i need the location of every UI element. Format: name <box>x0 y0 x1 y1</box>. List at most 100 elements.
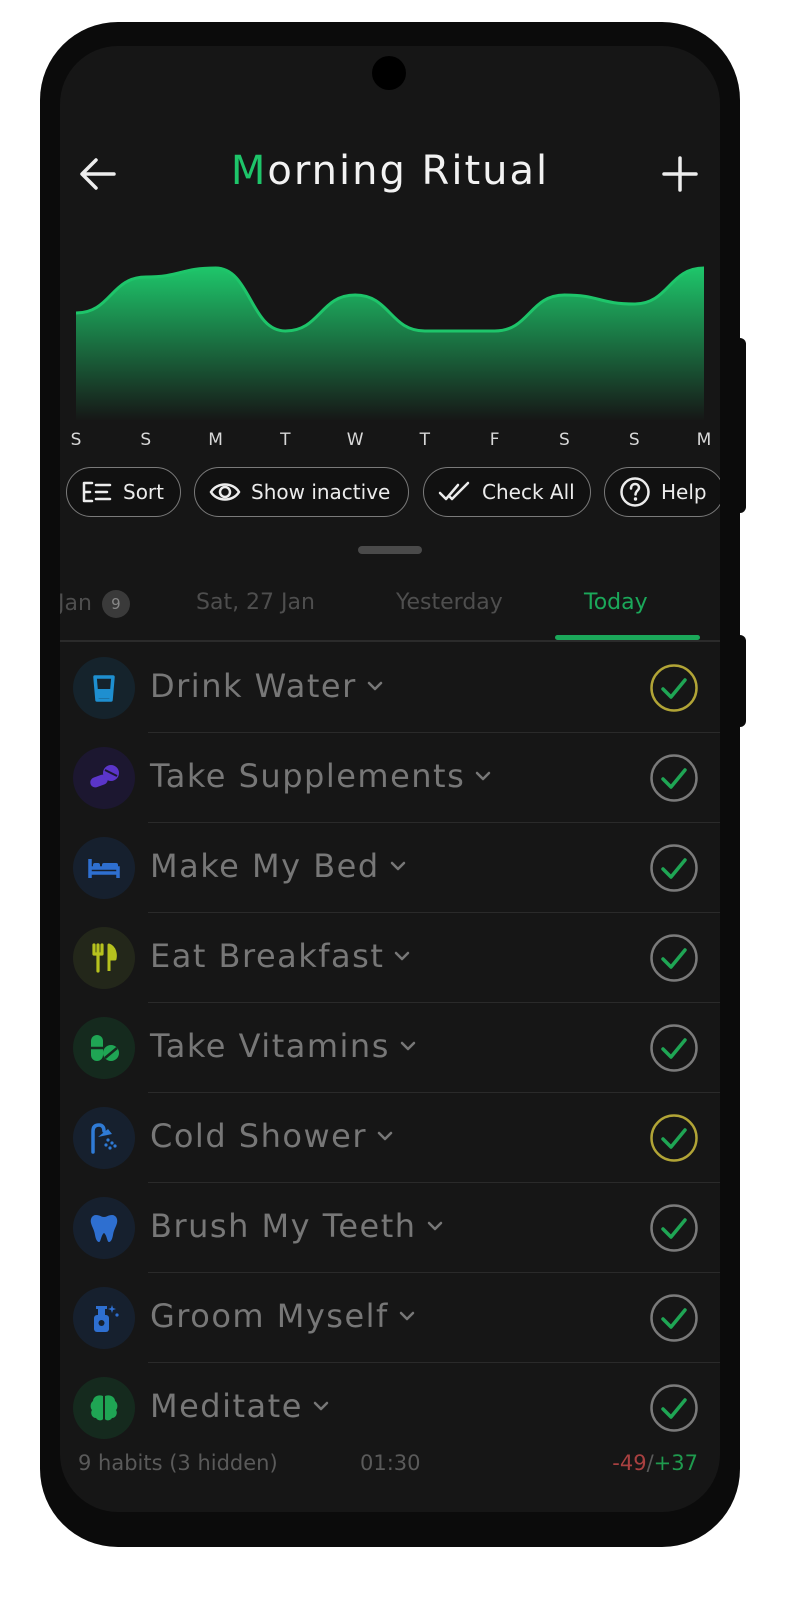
score-separator: / <box>646 1451 654 1475</box>
chart-area <box>76 268 704 421</box>
habit-icon-badge <box>73 1377 135 1439</box>
chart-x-tick-label: T <box>419 430 431 450</box>
habit-row[interactable]: Take Supplements <box>60 733 720 823</box>
habit-name-label: Take Vitamins <box>150 1027 390 1065</box>
active-tab-indicator <box>555 635 700 640</box>
chevron-down-icon[interactable] <box>475 770 491 782</box>
plus-icon <box>662 156 698 192</box>
habit-icon-badge <box>73 1017 135 1079</box>
chevron-down-icon[interactable] <box>427 1220 443 1232</box>
negative-score: -49 <box>612 1451 647 1475</box>
chevron-down-icon[interactable] <box>394 950 410 962</box>
sort-button[interactable]: Sort <box>66 467 181 517</box>
habit-name-label: Drink Water <box>150 667 357 705</box>
habit-name[interactable]: Meditate <box>150 1387 329 1425</box>
habit-name[interactable]: Cold Shower <box>150 1117 393 1155</box>
habit-icon-badge <box>73 1107 135 1169</box>
app-screen: Morning Ritual SSMTWTFSSM Sort Show inac… <box>60 46 720 1512</box>
habit-count: 9 habits (3 hidden) <box>78 1451 278 1475</box>
score-summary: -49/+37 <box>612 1451 698 1475</box>
check-circle-icon[interactable] <box>649 933 699 983</box>
habit-row[interactable]: Drink Water <box>60 643 720 733</box>
positive-score: +37 <box>653 1451 698 1475</box>
chart-x-tick-label: T <box>280 430 291 450</box>
pills-icon <box>90 765 119 788</box>
habit-name[interactable]: Groom Myself <box>150 1297 415 1335</box>
habit-row[interactable]: Brush My Teeth <box>60 1183 720 1273</box>
double-check-icon <box>438 481 470 501</box>
habit-name[interactable]: Brush My Teeth <box>150 1207 443 1245</box>
eye-icon <box>209 483 241 501</box>
check-circle-icon[interactable] <box>649 1203 699 1253</box>
capsule-icon <box>91 1035 119 1061</box>
utensils-icon <box>92 943 117 973</box>
tooth-icon <box>90 1215 118 1242</box>
habit-row[interactable]: Make My Bed <box>60 823 720 913</box>
chart-x-tick-label: S <box>140 430 152 450</box>
chevron-down-icon[interactable] <box>367 680 383 692</box>
check-circle-icon[interactable] <box>649 1383 699 1433</box>
tab-sat-27-jan[interactable]: Sat, 27 Jan <box>196 590 315 615</box>
chevron-down-icon[interactable] <box>390 860 406 872</box>
habit-row[interactable]: Take Vitamins <box>60 1003 720 1093</box>
help-button[interactable]: Help <box>604 467 720 517</box>
habit-icon-badge <box>73 927 135 989</box>
check-all-button[interactable]: Check All <box>423 467 591 517</box>
habit-name[interactable]: Eat Breakfast <box>150 937 410 975</box>
habit-name-label: Brush My Teeth <box>150 1207 417 1245</box>
volume-button <box>738 338 746 513</box>
habit-icon-badge <box>73 1197 135 1259</box>
progress-chart <box>76 266 704 421</box>
check-circle-icon[interactable] <box>649 663 699 713</box>
camera-cutout <box>372 56 406 90</box>
check-circle-icon[interactable] <box>649 1293 699 1343</box>
habit-icon-badge <box>73 657 135 719</box>
title-accent-letter: M <box>230 148 268 194</box>
habit-row[interactable]: Cold Shower <box>60 1093 720 1183</box>
shower-icon <box>91 1123 117 1154</box>
habit-name-label: Cold Shower <box>150 1117 367 1155</box>
drag-handle[interactable] <box>358 546 422 554</box>
chevron-down-icon[interactable] <box>399 1310 415 1322</box>
habit-name-label: Meditate <box>150 1387 303 1425</box>
check-circle-icon[interactable] <box>649 1023 699 1073</box>
check-circle-icon[interactable] <box>649 843 699 893</box>
chart-x-tick-label: W <box>346 430 364 450</box>
chart-x-tick-label: S <box>559 430 570 450</box>
bed-icon <box>88 859 120 878</box>
check-circle-icon[interactable] <box>649 753 699 803</box>
check-all-label: Check All <box>482 480 575 504</box>
habit-name-label: Take Supplements <box>150 757 466 795</box>
tab-badge: 9 <box>101 590 130 618</box>
help-label: Help <box>661 480 707 504</box>
habit-name-label: Make My Bed <box>150 847 380 885</box>
add-habit-button[interactable] <box>658 152 702 196</box>
show-inactive-button[interactable]: Show inactive <box>194 467 409 517</box>
chevron-down-icon[interactable] <box>313 1400 329 1412</box>
tab-yesterday[interactable]: Yesterday <box>396 590 503 615</box>
habit-icon-badge <box>73 747 135 809</box>
habit-row[interactable]: Eat Breakfast <box>60 913 720 1003</box>
chevron-down-icon[interactable] <box>400 1040 416 1052</box>
help-icon <box>620 477 650 507</box>
habit-name[interactable]: Make My Bed <box>150 847 406 885</box>
tab-today[interactable]: Today <box>584 590 648 615</box>
elapsed-time: 01:30 <box>360 1451 421 1475</box>
chart-x-tick-label: S <box>628 430 640 450</box>
chart-x-tick-label: M <box>208 430 223 450</box>
habit-name[interactable]: Take Vitamins <box>150 1027 416 1065</box>
sort-icon <box>82 481 112 503</box>
brain-icon <box>90 1395 118 1421</box>
habit-row[interactable]: Groom Myself <box>60 1273 720 1363</box>
tab-jan[interactable]: Jan 9 <box>60 590 130 618</box>
show-inactive-label: Show inactive <box>251 480 391 504</box>
habit-name[interactable]: Take Supplements <box>150 757 491 795</box>
check-circle-icon[interactable] <box>649 1113 699 1163</box>
habit-row[interactable]: Meditate <box>60 1363 720 1453</box>
power-button <box>738 635 746 727</box>
chevron-down-icon[interactable] <box>377 1130 393 1142</box>
chart-x-axis: SSMTWTFSSM <box>71 430 712 454</box>
habit-name-label: Eat Breakfast <box>150 937 385 975</box>
habit-name[interactable]: Drink Water <box>150 667 383 705</box>
page-title: Morning Ritual <box>60 148 720 194</box>
